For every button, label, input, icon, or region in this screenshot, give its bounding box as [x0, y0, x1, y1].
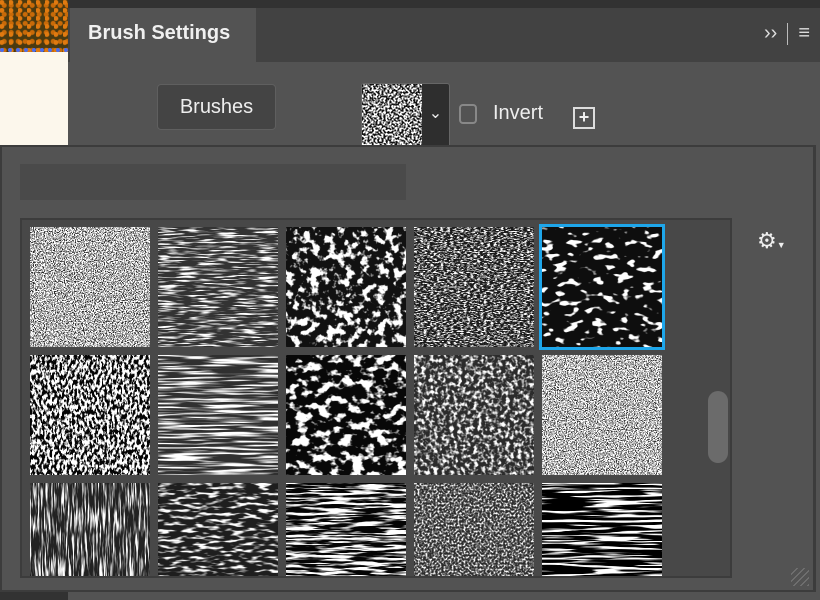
texture-tile-7[interactable]	[158, 355, 278, 475]
texture-tile-1[interactable]	[30, 227, 150, 347]
resize-grip[interactable]	[791, 568, 809, 586]
texture-tile-8[interactable]	[286, 355, 406, 475]
texture-tile-15[interactable]	[542, 483, 662, 576]
scrollbar-thumb[interactable]	[708, 391, 728, 463]
texture-tile-2[interactable]	[158, 227, 278, 347]
invert-checkbox[interactable]	[459, 104, 477, 124]
double-chevron-right-icon[interactable]: ››	[764, 22, 777, 45]
texture-tile-14[interactable]	[414, 483, 534, 576]
tab-brush-settings[interactable]: Brush Settings	[70, 8, 256, 62]
texture-picker-button[interactable]: ⌄	[361, 83, 450, 153]
divider	[787, 22, 789, 45]
chevron-down-icon[interactable]: ⌄	[422, 84, 449, 152]
texture-tile-10[interactable]	[542, 355, 662, 475]
texture-tile-9[interactable]	[414, 355, 534, 475]
texture-tile-6[interactable]	[30, 355, 150, 475]
texture-tile-13[interactable]	[286, 483, 406, 576]
tab-bar: Brush Settings ›› ≡	[68, 8, 820, 62]
canvas-paint	[0, 0, 68, 52]
gear-icon[interactable]: ⚙▼	[757, 228, 786, 254]
invert-label: Invert	[493, 102, 544, 124]
texture-picker-popup: ⚙▼	[0, 145, 816, 592]
document-canvas	[0, 0, 68, 145]
texture-tile-5[interactable]	[539, 224, 665, 350]
texture-preview	[362, 84, 422, 152]
texture-tile-3[interactable]	[286, 227, 406, 347]
texture-tile-12[interactable]	[158, 483, 278, 576]
texture-tile-4[interactable]	[414, 227, 534, 347]
texture-grid	[20, 218, 732, 578]
texture-tile-11[interactable]	[30, 483, 150, 576]
search-input[interactable]	[20, 164, 406, 200]
plus-square-icon[interactable]: +	[573, 107, 595, 129]
hamburger-menu-icon[interactable]: ≡	[798, 22, 810, 45]
brushes-button[interactable]: Brushes	[157, 84, 276, 130]
